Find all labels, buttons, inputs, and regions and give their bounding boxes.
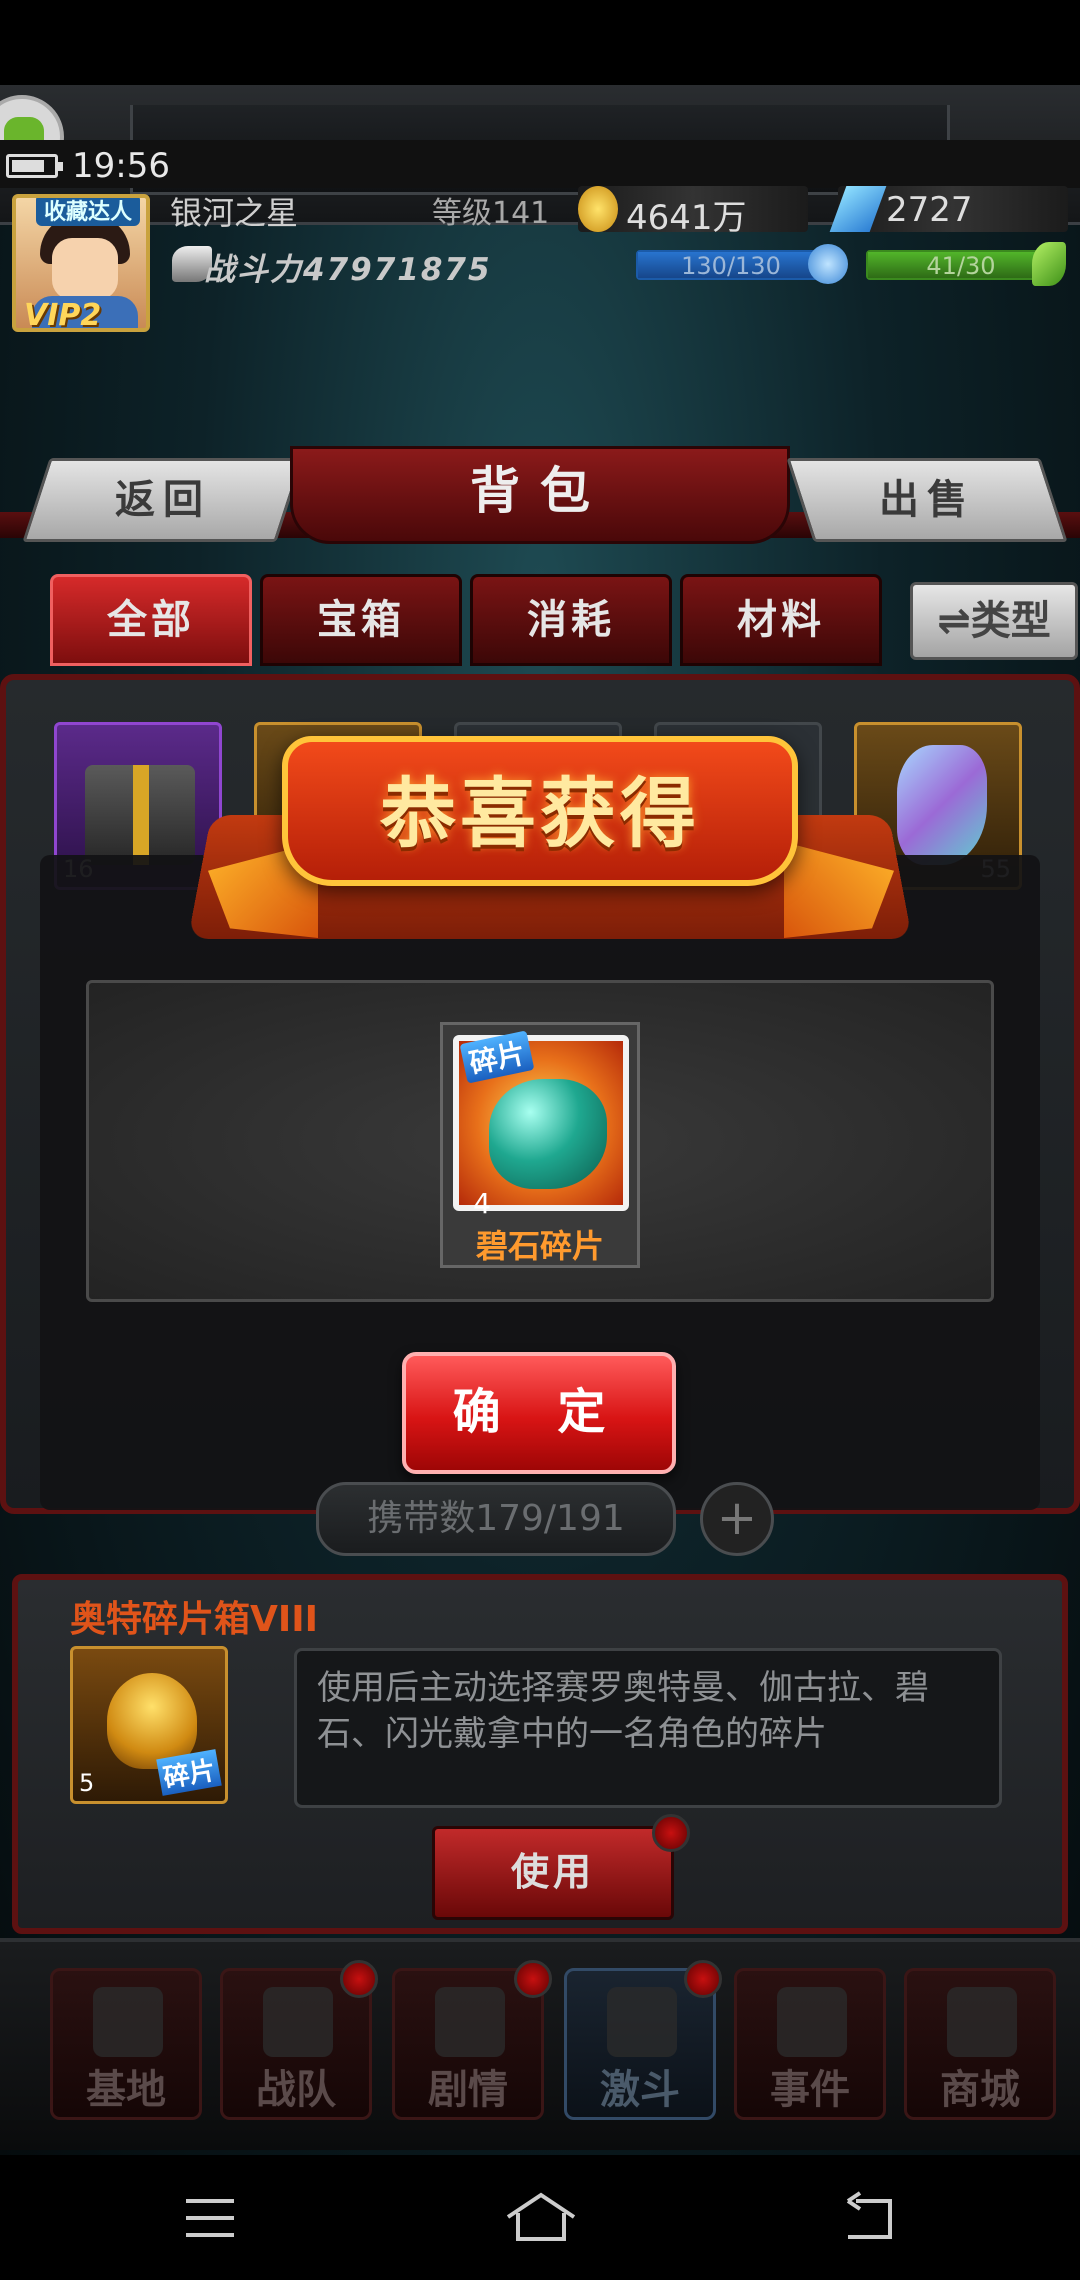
vip-badge: VIP2 bbox=[24, 298, 102, 332]
cart-icon bbox=[947, 1987, 1017, 2057]
category-tabs: 全部 宝箱 消耗 材料 ⇌类型 bbox=[50, 574, 1080, 666]
player-name: 银河之星 bbox=[170, 194, 299, 232]
clock: 19:56 bbox=[72, 146, 170, 186]
fragment-tag: 碎片 bbox=[459, 1030, 535, 1084]
hero-icon bbox=[435, 1987, 505, 2057]
player-profile: 收藏达人 VIP2 银河之星 等级141 4641万 2727 战斗力47971… bbox=[0, 186, 1080, 332]
tab-consumables[interactable]: 消耗 bbox=[470, 574, 672, 666]
use-button[interactable]: 使用 bbox=[432, 1826, 674, 1920]
nav-shop[interactable]: 商城 bbox=[904, 1968, 1056, 2120]
expand-capacity-button[interactable]: + bbox=[700, 1482, 774, 1556]
crystal-icon bbox=[897, 745, 987, 865]
notification-dot bbox=[684, 1960, 722, 1998]
nav-events[interactable]: 事件 bbox=[734, 1968, 886, 2120]
events-icon bbox=[777, 1987, 847, 2057]
type-filter-button[interactable]: ⇌类型 bbox=[910, 582, 1078, 660]
tab-materials[interactable]: 材料 bbox=[680, 574, 882, 666]
status-bar: 19:56 bbox=[0, 140, 1080, 188]
tab-all[interactable]: 全部 bbox=[50, 574, 252, 666]
item-count: 5 bbox=[79, 1769, 95, 1797]
menu-icon[interactable] bbox=[184, 2191, 236, 2245]
sell-button[interactable]: 出售 bbox=[786, 458, 1068, 542]
notification-dot bbox=[514, 1960, 552, 1998]
nav-base[interactable]: 基地 bbox=[50, 1968, 202, 2120]
tab-chests[interactable]: 宝箱 bbox=[260, 574, 462, 666]
bottom-navigation: 基地 战队 剧情 激斗 事件 商城 bbox=[0, 1938, 1080, 2150]
confirm-button[interactable]: 确 定 bbox=[402, 1352, 676, 1474]
combat-power: 战斗力47971875 bbox=[204, 252, 492, 288]
header: 返回 背包 出售 bbox=[0, 446, 1080, 562]
coin-counter: 4641万 bbox=[578, 186, 808, 238]
title-badge: 收藏达人 bbox=[36, 198, 141, 226]
reward-item[interactable]: 碎片 4 碧石碎片 bbox=[440, 1022, 640, 1268]
selected-item-icon: 碎片 5 bbox=[70, 1646, 228, 1804]
system-navigation-bar bbox=[0, 2155, 1080, 2280]
battery-icon bbox=[6, 154, 63, 178]
notification-dot bbox=[652, 1814, 690, 1852]
back-icon[interactable] bbox=[842, 2191, 896, 2245]
capacity-indicator: 携带数179/191 bbox=[316, 1482, 676, 1556]
battle-icon bbox=[607, 1987, 677, 2057]
gem-counter: 2727 bbox=[829, 186, 1068, 232]
player-avatar[interactable]: 收藏达人 VIP2 bbox=[12, 194, 150, 332]
gem-icon bbox=[829, 186, 887, 232]
item-description: 使用后主动选择赛罗奥特曼、伽古拉、碧石、闪光戴拿中的一名角色的碎片 bbox=[294, 1648, 1002, 1808]
energy-orb-icon bbox=[808, 244, 848, 284]
green-gem-icon bbox=[489, 1079, 607, 1189]
leaf-icon bbox=[1032, 242, 1066, 286]
item-name: 奥特碎片箱VIII bbox=[70, 1599, 319, 1640]
reward-count: 4 bbox=[473, 1187, 491, 1220]
dialog-title: 恭喜获得 bbox=[380, 769, 700, 858]
back-button[interactable]: 返回 bbox=[22, 458, 304, 542]
player-level: 等级141 bbox=[432, 196, 550, 231]
page-title: 背包 bbox=[290, 446, 790, 544]
cards-icon bbox=[263, 1987, 333, 2057]
notification-dot bbox=[340, 1960, 378, 1998]
stamina-bar: 41/30 bbox=[866, 250, 1056, 280]
reward-item-icon: 碎片 4 bbox=[453, 1030, 629, 1220]
reward-name: 碧石碎片 bbox=[475, 1227, 604, 1265]
energy-bar: 130/130 bbox=[636, 250, 826, 280]
base-icon bbox=[93, 1987, 163, 2057]
coin-icon bbox=[578, 186, 618, 232]
gift-box-icon bbox=[85, 765, 195, 865]
home-icon[interactable] bbox=[504, 2191, 578, 2245]
